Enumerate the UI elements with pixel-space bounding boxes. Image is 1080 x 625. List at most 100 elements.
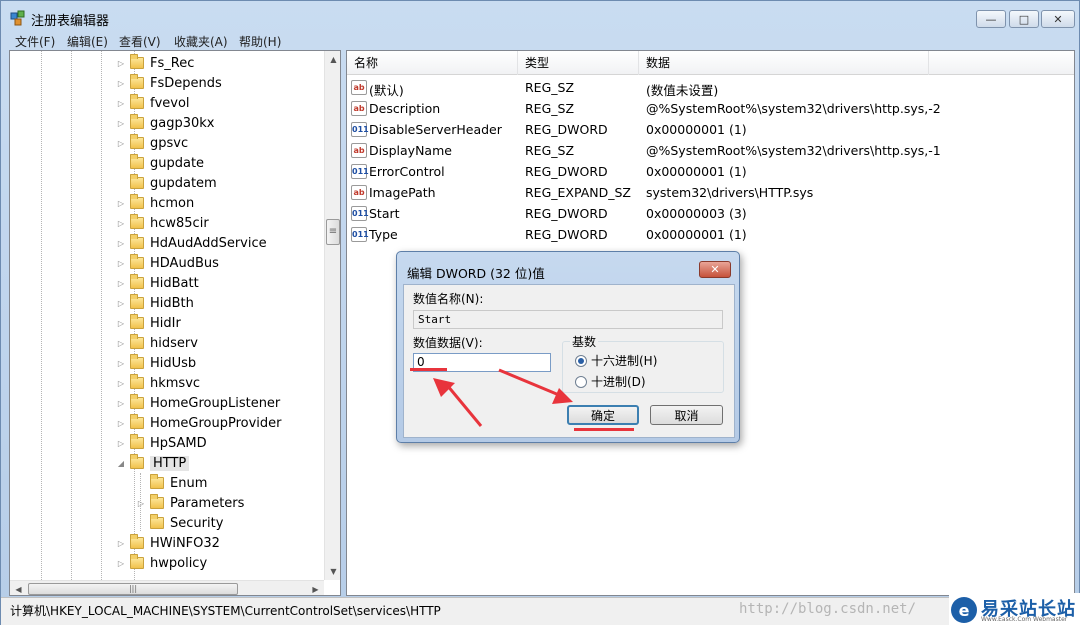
tree-item[interactable]: ▷ hidserv: [116, 333, 198, 353]
tree-item-label: hidserv: [150, 335, 198, 351]
expand-arrow-icon[interactable]: ▷: [136, 499, 146, 508]
tree-item-label: HWiNFO32: [150, 535, 220, 551]
hex-radio[interactable]: [575, 354, 587, 367]
expand-arrow-icon[interactable]: ▷: [116, 399, 126, 408]
tree-item[interactable]: ▷ Fs_Rec: [116, 53, 194, 73]
expand-arrow-icon[interactable]: ▷: [116, 419, 126, 428]
tree-horizontal-scrollbar[interactable]: ◀ ||| ▶: [10, 580, 324, 595]
tree-item[interactable]: ▷ hwpolicy: [116, 553, 207, 573]
tree-item[interactable]: ▷ HdAudAddService: [116, 233, 267, 253]
value-data-label: 数值数据(V):: [413, 336, 483, 350]
value-data: 0x00000001 (1): [646, 122, 747, 137]
expand-arrow-icon[interactable]: ▷: [116, 439, 126, 448]
tree-item[interactable]: ▷ FsDepends: [116, 73, 222, 93]
expand-arrow-icon[interactable]: ▷: [116, 79, 126, 88]
list-item[interactable]: 011 Start REG_DWORD 0x00000003 (3): [347, 204, 1074, 225]
list-item[interactable]: 011 ErrorControl REG_DWORD 0x00000001 (1): [347, 162, 1074, 183]
list-header: 名称 类型 数据: [347, 51, 1074, 75]
dialog-body: 数值名称(N): Start 数值数据(V): 0 基数 十六进制(H) 十进制…: [403, 284, 735, 438]
hex-radio-option[interactable]: 十六进制(H): [575, 352, 657, 369]
scroll-thumb[interactable]: ≡: [326, 219, 340, 245]
title-bar[interactable]: 注册表编辑器 — □ ✕: [1, 1, 1079, 33]
horizontal-scroll-thumb[interactable]: |||: [28, 583, 238, 595]
menu-favorites[interactable]: 收藏夹(A): [174, 33, 228, 50]
tree-item[interactable]: ▷ HidBatt: [116, 273, 199, 293]
tree-item[interactable]: ▷ gpsvc: [116, 133, 188, 153]
tree-item[interactable]: Enum: [136, 473, 207, 493]
scroll-up-icon[interactable]: ▲: [325, 51, 340, 68]
expand-arrow-icon[interactable]: ▷: [116, 119, 126, 128]
value-name: DisableServerHeader: [369, 122, 502, 137]
list-item[interactable]: ab (默认) REG_SZ (数值未设置): [347, 78, 1074, 99]
cancel-button[interactable]: 取消: [650, 405, 723, 425]
expand-arrow-icon[interactable]: ▷: [116, 299, 126, 308]
scroll-down-icon[interactable]: ▼: [325, 563, 340, 580]
expand-arrow-icon[interactable]: ▷: [116, 239, 126, 248]
tree-item[interactable]: ▷ hcmon: [116, 193, 194, 213]
menu-bar: 文件(F) 编辑(E) 查看(V) 收藏夹(A) 帮助(H): [7, 33, 1075, 49]
decimal-radio-option[interactable]: 十进制(D): [575, 373, 646, 390]
tree-item[interactable]: gupdate: [116, 153, 204, 173]
menu-view[interactable]: 查看(V): [119, 33, 161, 50]
tree-item[interactable]: ▷ hcw85cir: [116, 213, 209, 233]
expand-arrow-icon[interactable]: ▷: [116, 139, 126, 148]
value-data: 0x00000001 (1): [646, 227, 747, 242]
maximize-button[interactable]: □: [1009, 10, 1039, 28]
tree-item[interactable]: ▷ HomeGroupListener: [116, 393, 280, 413]
tree-item[interactable]: ▷ HDAudBus: [116, 253, 219, 273]
tree-item[interactable]: ▷ HomeGroupProvider: [116, 413, 282, 433]
tree-item-label: hcw85cir: [150, 215, 209, 231]
tree-item[interactable]: Security: [136, 513, 223, 533]
expand-arrow-icon[interactable]: ▷: [116, 539, 126, 548]
decimal-radio[interactable]: [575, 375, 587, 388]
menu-edit[interactable]: 编辑(E): [67, 33, 108, 50]
tree-item-label: gpsvc: [150, 135, 189, 151]
column-header-data[interactable]: 数据: [639, 51, 929, 75]
expand-arrow-icon[interactable]: ▷: [116, 219, 126, 228]
scroll-right-icon[interactable]: ▶: [307, 581, 324, 595]
tree-item[interactable]: ▷ HpSAMD: [116, 433, 207, 453]
list-item[interactable]: ab DisplayName REG_SZ @%SystemRoot%\system3…: [347, 141, 1074, 162]
ok-button[interactable]: 确定: [567, 405, 639, 425]
tree-vertical-scrollbar[interactable]: ▲ ≡ ▼: [324, 51, 340, 580]
expand-arrow-icon[interactable]: ▷: [116, 559, 126, 568]
list-item[interactable]: 011 Type REG_DWORD 0x00000001 (1): [347, 225, 1074, 246]
tree-item[interactable]: ▷ hkmsvc: [116, 373, 200, 393]
value-name-label: 数值名称(N):: [413, 292, 484, 306]
scroll-left-icon[interactable]: ◀: [10, 581, 27, 595]
tree-item[interactable]: ▷ Parameters: [136, 493, 244, 513]
expand-arrow-icon[interactable]: ▷: [116, 99, 126, 108]
tree-item[interactable]: ▷ fvevol: [116, 93, 190, 113]
dialog-close-button[interactable]: ✕: [699, 261, 731, 278]
tree-item[interactable]: ▷ gagp30kx: [116, 113, 215, 133]
list-item[interactable]: ab ImagePath REG_EXPAND_SZ system32\drivers…: [347, 183, 1074, 204]
menu-file[interactable]: 文件(F): [15, 33, 55, 50]
expand-arrow-icon[interactable]: ▷: [116, 319, 126, 328]
expand-arrow-icon[interactable]: ▷: [116, 59, 126, 68]
list-item[interactable]: ab Description REG_SZ @%SystemRoot%\system3…: [347, 99, 1074, 120]
tree-item[interactable]: ◢ HTTP: [116, 453, 190, 473]
hex-label: 十六进制(H): [591, 354, 658, 368]
list-item[interactable]: 011 DisableServerHeader REG_DWORD 0x0000000…: [347, 120, 1074, 141]
expand-arrow-icon[interactable]: ▷: [116, 199, 126, 208]
tree-item-label: Security: [170, 515, 224, 531]
minimize-button[interactable]: —: [976, 10, 1006, 28]
tree-item[interactable]: ▷ HWiNFO32: [116, 533, 220, 553]
registry-key-tree[interactable]: ▷ Fs_Rec ▷ FsDepends ▷ fvevol ▷ gagp30kx ▷ gpsvc g…: [9, 50, 341, 596]
tree-item[interactable]: ▷ HidUsb: [116, 353, 196, 373]
column-header-name[interactable]: 名称: [347, 51, 518, 75]
tree-item[interactable]: ▷ HidBth: [116, 293, 194, 313]
expand-arrow-icon[interactable]: ▷: [116, 379, 126, 388]
expand-arrow-icon[interactable]: ▷: [116, 359, 126, 368]
watermark-url: http://blog.csdn.net/: [739, 601, 917, 617]
column-header-type[interactable]: 类型: [518, 51, 639, 75]
expand-arrow-icon[interactable]: ▷: [116, 279, 126, 288]
expand-arrow-icon[interactable]: ▷: [116, 259, 126, 268]
tree-item[interactable]: ▷ HidIr: [116, 313, 181, 333]
close-button[interactable]: ✕: [1041, 10, 1075, 28]
menu-help[interactable]: 帮助(H): [239, 33, 281, 50]
tree-item[interactable]: gupdatem: [116, 173, 217, 193]
expand-arrow-icon[interactable]: ◢: [116, 459, 126, 468]
tree-item-label: Parameters: [170, 495, 245, 511]
expand-arrow-icon[interactable]: ▷: [116, 339, 126, 348]
